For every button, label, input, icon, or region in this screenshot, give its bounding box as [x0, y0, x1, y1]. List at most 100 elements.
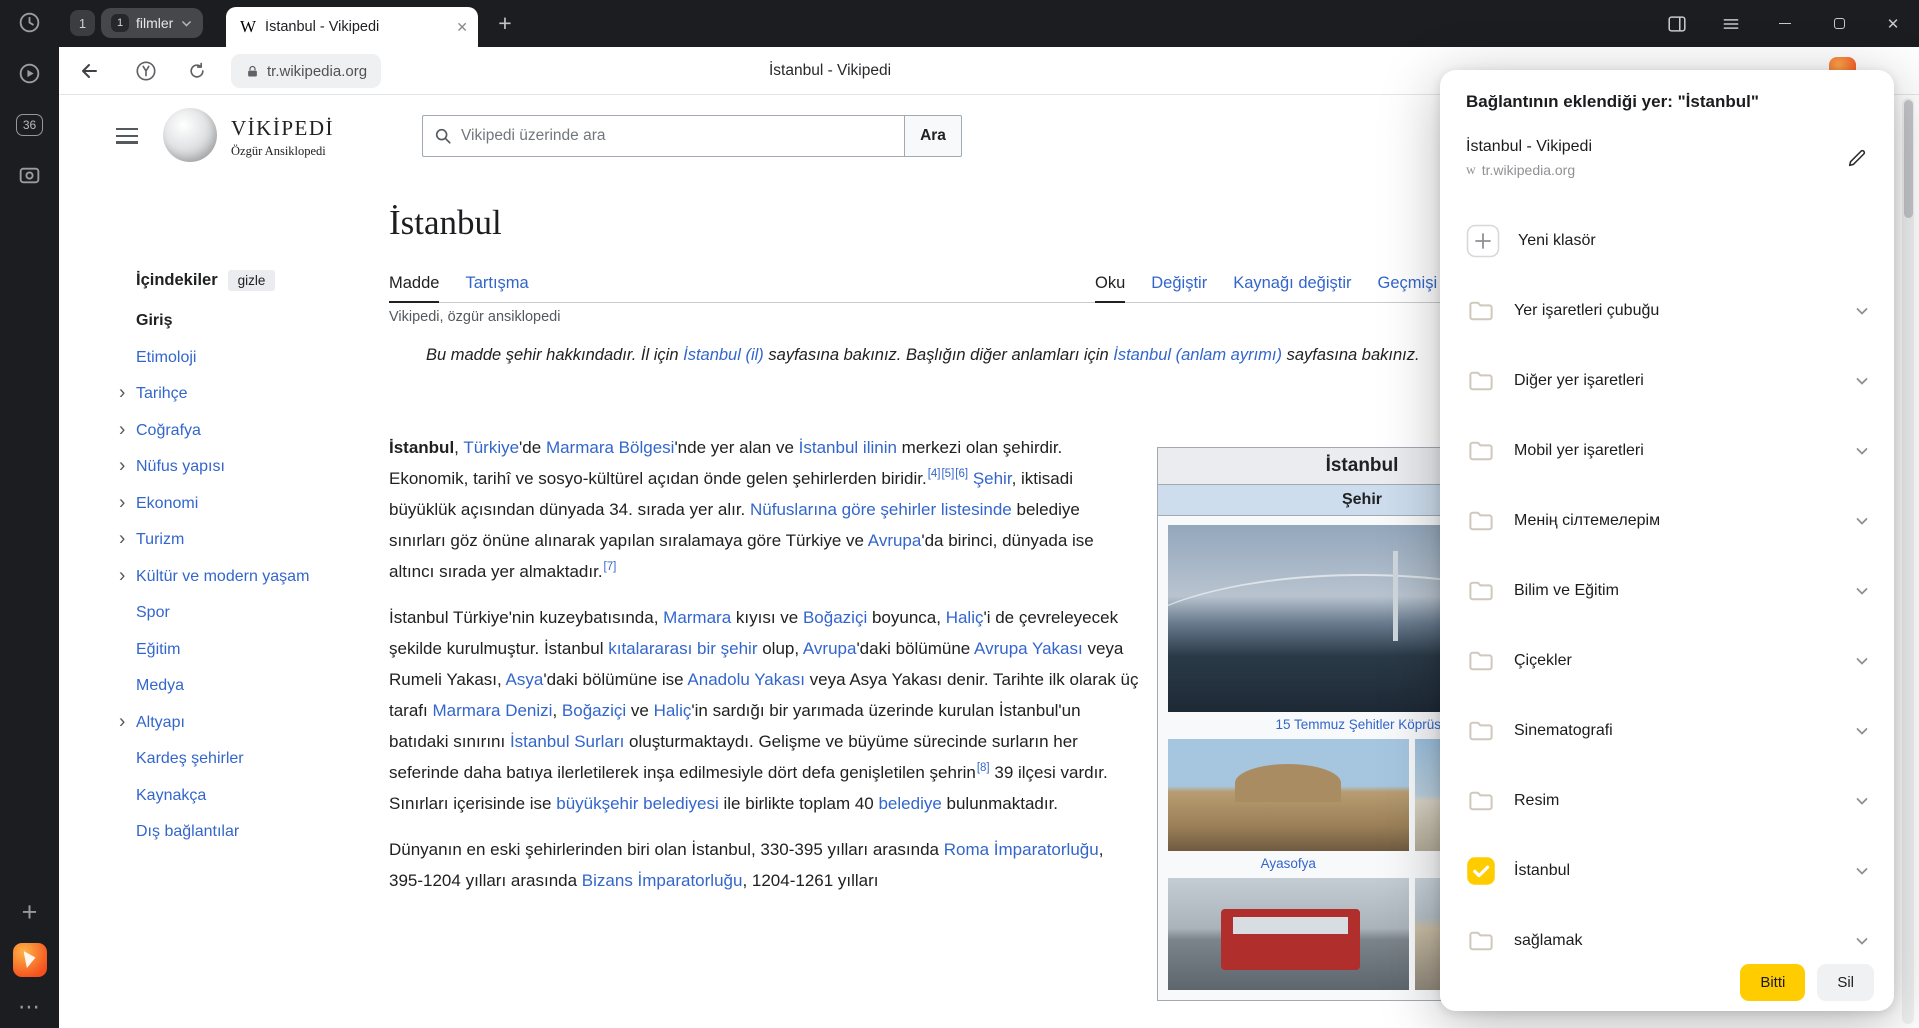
back-button[interactable]	[77, 59, 101, 88]
done-button[interactable]: Bitti	[1740, 964, 1805, 1001]
reference-link[interactable]: [5]	[941, 468, 954, 480]
expand-arrow-icon[interactable]: ›	[119, 419, 125, 441]
text-link[interactable]: Haliç	[654, 701, 692, 720]
wikipedia-wordmark[interactable]: VİKİPEDİ Özgür Ansiklopedi	[231, 116, 334, 159]
text-link[interactable]: Avrupa Yakası	[974, 639, 1083, 658]
folder-row[interactable]: Diğer yer işaretleri	[1440, 346, 1894, 416]
sidebar-panel-icon[interactable]	[1665, 12, 1689, 36]
toc-item[interactable]: ›Coğrafya	[118, 413, 390, 450]
page-scrollbar[interactable]	[1902, 98, 1914, 1024]
toc-item[interactable]: Giriş	[118, 303, 390, 340]
folder-row[interactable]: Yer işaretleri çubuğu	[1440, 276, 1894, 346]
window-maximize-button[interactable]	[1827, 12, 1851, 36]
toc-item[interactable]: ›Altyapı	[118, 705, 390, 742]
text-link[interactable]: Marmara Bölgesi	[546, 438, 675, 457]
text-link[interactable]: Nüfuslarına göre şehirler listesinde	[750, 500, 1012, 519]
chevron-down-icon[interactable]	[1854, 723, 1870, 739]
new-tab-button[interactable]: +	[491, 9, 519, 37]
toc-item[interactable]: ›Turizm	[118, 522, 390, 559]
chevron-down-icon[interactable]	[1854, 373, 1870, 389]
chevron-down-icon[interactable]	[1854, 443, 1870, 459]
text-link[interactable]: kıtalararası bir şehir	[608, 639, 757, 658]
toc-item[interactable]: Eğitim	[118, 632, 390, 669]
edit-bookmark-button[interactable]	[1838, 139, 1876, 177]
text-link[interactable]: Bizans İmparatorluğu	[582, 871, 743, 890]
text-link[interactable]: Asya	[506, 670, 544, 689]
chevron-down-icon[interactable]	[1854, 793, 1870, 809]
text-link[interactable]: belediye	[878, 794, 941, 813]
history-clock-icon[interactable]	[10, 2, 50, 42]
refresh-button[interactable]	[187, 61, 207, 86]
toc-item[interactable]: Medya	[118, 668, 390, 705]
text-link[interactable]: Boğaziçi	[803, 608, 867, 627]
reference-link[interactable]: [4]	[928, 468, 941, 480]
chevron-down-icon[interactable]	[1854, 863, 1870, 879]
toc-item[interactable]: ›Nüfus yapısı	[118, 449, 390, 486]
reference-link[interactable]: [6]	[955, 468, 968, 480]
toc-item[interactable]: Spor	[118, 595, 390, 632]
chevron-down-icon[interactable]	[1854, 583, 1870, 599]
chevron-down-icon[interactable]	[1854, 513, 1870, 529]
text-link[interactable]: Türkiye	[463, 438, 519, 457]
folder-row[interactable]: Resim	[1440, 766, 1894, 836]
text-link[interactable]: İstanbul Surları	[510, 732, 624, 751]
hagia-sophia-photo[interactable]	[1168, 739, 1409, 851]
scrollbar-thumb[interactable]	[1904, 100, 1913, 218]
search-input[interactable]	[423, 116, 904, 156]
reference-link[interactable]: [7]	[604, 561, 617, 573]
folder-row[interactable]: Sinematografi	[1440, 696, 1894, 766]
site-domain-chip[interactable]: tr.wikipedia.org	[231, 54, 381, 88]
tab-close-icon[interactable]: ✕	[456, 19, 468, 36]
toc-item[interactable]: ›Tarihçe	[118, 376, 390, 413]
search-submit-button[interactable]: Ara	[904, 115, 962, 157]
video-play-icon[interactable]	[10, 53, 50, 93]
toc-item[interactable]: Kardeş şehirler	[118, 741, 390, 778]
text-link[interactable]: Avrupa	[803, 639, 857, 658]
toc-item[interactable]: ›Kültür ve modern yaşam	[118, 559, 390, 596]
toc-hide-button[interactable]: gizle	[228, 270, 276, 291]
expand-arrow-icon[interactable]: ›	[119, 456, 125, 478]
rail-add-button[interactable]: +	[10, 892, 50, 932]
reference-link[interactable]: [8]	[977, 762, 990, 774]
toc-item[interactable]: ›Ekonomi	[118, 486, 390, 523]
tab-group-chip[interactable]: 1 filmler	[101, 8, 203, 38]
tab-group-badge[interactable]: 1	[70, 10, 95, 36]
tab-madde[interactable]: Madde	[389, 274, 439, 303]
window-close-button[interactable]: ✕	[1881, 12, 1905, 36]
text-link[interactable]: Marmara Denizi	[432, 701, 552, 720]
expand-arrow-icon[interactable]: ›	[119, 565, 125, 587]
text-link[interactable]: Avrupa	[868, 531, 922, 550]
expand-arrow-icon[interactable]: ›	[119, 711, 125, 733]
chevron-down-icon[interactable]	[1854, 933, 1870, 949]
wikipedia-globe-logo[interactable]	[163, 108, 217, 162]
window-minimize-button[interactable]	[1773, 12, 1797, 36]
text-link[interactable]: İstanbul ilinin	[799, 438, 897, 457]
tab-counter-badge[interactable]: 36	[10, 105, 50, 145]
folder-row[interactable]: Çiçekler	[1440, 626, 1894, 696]
text-link[interactable]: İstanbul (anlam ayrımı)	[1113, 346, 1282, 364]
toc-item[interactable]: Kaynakça	[118, 778, 390, 815]
yandex-browser-icon[interactable]	[10, 940, 50, 980]
text-link[interactable]: Anadolu Yakası	[687, 670, 805, 689]
text-link[interactable]: büyükşehir belediyesi	[556, 794, 719, 813]
expand-arrow-icon[interactable]: ›	[119, 529, 125, 551]
expand-arrow-icon[interactable]: ›	[119, 492, 125, 514]
delete-button[interactable]: Sil	[1817, 964, 1874, 1001]
active-tab[interactable]: W İstanbul - Vikipedi ✕	[226, 7, 478, 47]
screenshot-icon[interactable]	[10, 155, 50, 195]
chevron-down-icon[interactable]	[1854, 653, 1870, 669]
tram-photo[interactable]	[1168, 878, 1409, 990]
text-link[interactable]: Marmara	[663, 608, 731, 627]
text-link[interactable]: İstanbul (il)	[683, 346, 764, 364]
toc-item[interactable]: Etimoloji	[118, 340, 390, 377]
tab-tartisma[interactable]: Tartışma	[465, 274, 528, 302]
text-link[interactable]: Şehir	[973, 469, 1012, 488]
text-link[interactable]: Boğaziçi	[562, 701, 626, 720]
expand-arrow-icon[interactable]: ›	[119, 383, 125, 405]
toc-item[interactable]: Dış bağlantılar	[118, 814, 390, 851]
browser-menu-icon[interactable]	[1719, 12, 1743, 36]
yandex-search-icon[interactable]	[135, 60, 157, 87]
folder-row[interactable]: Менің сілтемелерім	[1440, 486, 1894, 556]
wiki-menu-button[interactable]	[116, 128, 138, 148]
more-options-icon[interactable]: ⋯	[10, 987, 50, 1027]
